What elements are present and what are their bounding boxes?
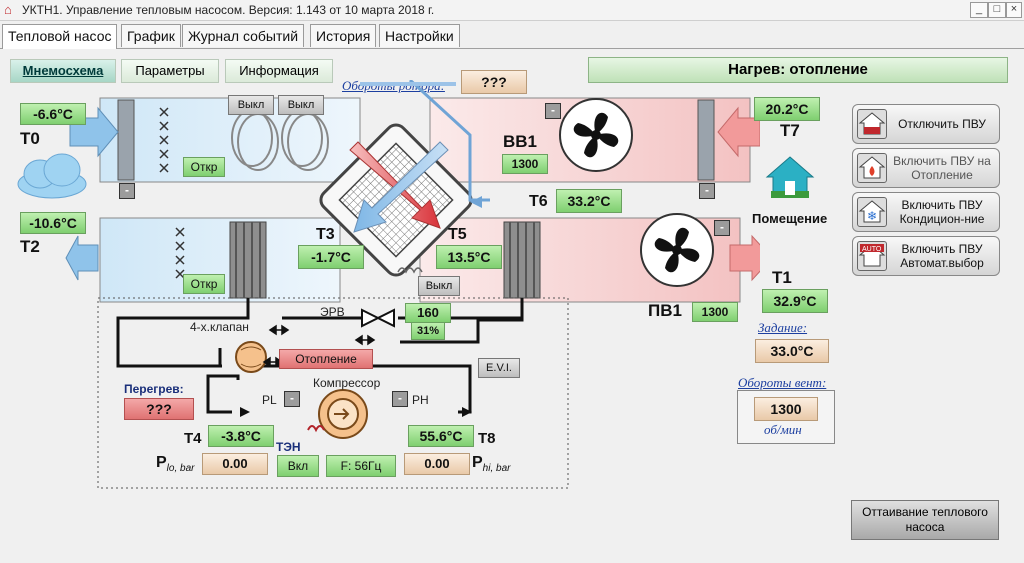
fan-pv1-label: ПВ1 [648,301,682,320]
erv-percent: 31% [411,322,445,340]
fan-pv1-value: 1300 [692,302,738,322]
sensor-t8-label: T8 [478,430,496,447]
damper-open-bottom[interactable]: Откр [183,274,225,294]
svg-text:AUTO: AUTO [862,246,882,253]
compressor-frequency: F: 56Гц [326,455,396,477]
ph-label: PH [412,393,429,407]
erv-value: 160 [405,303,451,323]
overheat-value: ??? [124,398,194,420]
filter-minus-in[interactable]: - [119,183,135,199]
erv-label: ЭРВ [320,305,345,319]
disable-pvu-button[interactable]: Отключить ПВУ [852,104,1000,144]
stop-icon [857,109,887,139]
sensor-t4-value: -3.8°C [208,425,274,447]
sensor-t3-value: -1.7°C [298,245,364,269]
heater-off-2[interactable]: Выкл [278,95,324,115]
pressure-hi-value: 0.00 [404,453,470,475]
pl-label: PL [262,393,277,407]
sensor-t6-value: 33.2°C [556,189,622,213]
sensor-t0-value: -6.6°C [20,103,86,125]
ten-label: ТЭН [276,440,301,454]
pressure-lo-value: 0.00 [202,453,268,475]
close-button[interactable]: × [1006,2,1022,18]
app-icon: ⌂ [4,2,12,17]
heater-off-1[interactable]: Выкл [228,95,274,115]
sensor-t5-value: 13.5°C [436,245,502,269]
snowflake-icon: ❄ [857,197,887,227]
sensor-t0-label: T0 [20,129,40,148]
fanspeed-value[interactable]: 1300 [754,397,818,421]
minimize-button[interactable]: _ [970,2,988,18]
sensor-t8-value: 55.6°C [408,425,474,447]
room-label: Помещение [752,211,828,226]
enable-cooling-button[interactable]: ❄ Включить ПВУ Кондицион-ние [852,192,1000,232]
fanspeed-box: 1300 об/мин [737,390,835,444]
sensor-t3-label: T3 [316,226,335,243]
damper-open-top[interactable]: Откр [183,157,225,177]
fan-vv1-value: 1300 [502,154,548,174]
ten-state[interactable]: Вкл [277,455,319,477]
fan-vv1-label: ВВ1 [503,132,538,151]
overheat-label: Перегрев: [124,382,184,396]
tab-chart[interactable]: График [121,24,181,47]
valve4-label: 4-х.клапан [190,320,249,334]
house-icon [765,155,815,199]
heating-icon [857,153,887,183]
bypass-off[interactable]: Выкл [418,276,460,296]
compressor-label: Компрессор [313,376,381,390]
setpoint-label: Задание: [758,320,808,335]
filter-minus-out[interactable]: - [699,183,715,199]
pressure-hi-label: Phi, bar [472,454,511,475]
valve4-mode[interactable]: Отопление [279,349,373,369]
sensor-t6-label: T6 [529,193,548,210]
sensor-t5-label: T5 [448,226,467,243]
auto-icon: AUTO [857,241,887,271]
sensor-t2-label: T2 [20,237,40,256]
tab-history[interactable]: История [310,24,377,47]
tab-settings[interactable]: Настройки [379,24,460,47]
main-tabs: Тепловой насос График Журнал событий Ист… [0,24,1024,49]
enable-auto-button[interactable]: AUTO Включить ПВУ Автомат.выбор [852,236,1000,276]
title-bar: ⌂ УКТН1. Управление тепловым насосом. Ве… [0,0,1024,21]
sensor-t7-value: 20.2°C [754,97,820,121]
sensor-t1-value: 32.9°C [762,289,828,313]
ph-minus[interactable]: - [392,391,408,407]
pl-minus[interactable]: - [284,391,300,407]
scheme-diagram [17,80,760,489]
evi-button[interactable]: E.V.I. [478,358,520,378]
sensor-t4-label: T4 [184,430,202,447]
sensor-t1-label: T1 [772,268,792,287]
defrost-button[interactable]: Оттаивание теплового насоса [851,500,999,540]
window-title: УКТН1. Управление тепловым насосом. Верс… [22,3,435,17]
enable-heating-button[interactable]: Включить ПВУ на Отопление [852,148,1000,188]
maximize-button[interactable]: □ [988,2,1006,18]
svg-text:❄: ❄ [867,209,877,223]
fan-pv1-minus[interactable]: - [714,220,730,236]
sensor-t2-value: -10.6°C [20,212,86,234]
setpoint-value[interactable]: 33.0°C [755,339,829,363]
tab-event-log[interactable]: Журнал событий [182,24,305,47]
fanspeed-unit: об/мин [764,422,802,437]
sensor-t7-label: T7 [780,121,800,140]
fanspeed-label: Обороты вент: [738,375,827,390]
fan-vv1-minus[interactable]: - [545,103,561,119]
pressure-lo-label: Plo, bar [156,454,195,475]
tab-heat-pump[interactable]: Тепловой насос [2,24,118,49]
